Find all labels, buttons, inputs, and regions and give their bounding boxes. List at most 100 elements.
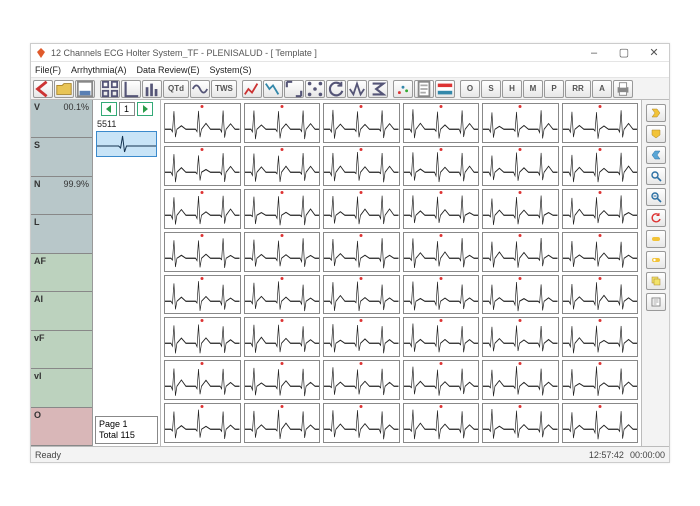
- ecg-cell[interactable]: [403, 317, 480, 357]
- ecg-cell[interactable]: [244, 403, 321, 443]
- ecg-cell[interactable]: [482, 275, 559, 315]
- close-button[interactable]: ✕: [643, 46, 665, 60]
- ecg-cell[interactable]: [482, 317, 559, 357]
- ecg-cell[interactable]: [562, 103, 639, 143]
- menu-system[interactable]: System(S): [210, 65, 252, 75]
- ecg-cell[interactable]: [164, 232, 241, 272]
- tool-grid-button[interactable]: [100, 80, 120, 98]
- category-n[interactable]: N99.9%: [31, 177, 92, 215]
- minimize-button[interactable]: –: [583, 46, 605, 60]
- ecg-cell[interactable]: [323, 275, 400, 315]
- tool-expand-button[interactable]: [284, 80, 304, 98]
- rt-zoom-button[interactable]: [646, 167, 666, 185]
- rt-note-button[interactable]: [646, 293, 666, 311]
- category-l[interactable]: L: [31, 215, 92, 253]
- ecg-cell[interactable]: [244, 189, 321, 229]
- ecg-cell[interactable]: [244, 275, 321, 315]
- rt-toggle1-button[interactable]: [646, 230, 666, 248]
- ecg-cell[interactable]: [403, 275, 480, 315]
- rt-toggle2-button[interactable]: [646, 251, 666, 269]
- ecg-cell[interactable]: [403, 232, 480, 272]
- menu-file[interactable]: File(F): [35, 65, 61, 75]
- rt-arrow-left-button[interactable]: [646, 146, 666, 164]
- rt-arrow-right-button[interactable]: [646, 104, 666, 122]
- category-v[interactable]: V00.1%: [31, 100, 92, 138]
- tool-letter-o-button[interactable]: O: [460, 80, 480, 98]
- ecg-cell[interactable]: [403, 146, 480, 186]
- tool-print-button[interactable]: [613, 80, 633, 98]
- category-o[interactable]: O: [31, 408, 92, 446]
- tool-letter-s-button[interactable]: S: [481, 80, 501, 98]
- save-button[interactable]: [75, 80, 95, 98]
- category-vf[interactable]: vF: [31, 331, 92, 369]
- ecg-cell[interactable]: [403, 189, 480, 229]
- ecg-cell[interactable]: [244, 317, 321, 357]
- menu-arrhythmia[interactable]: Arrhythmia(A): [71, 65, 127, 75]
- ecg-cell[interactable]: [562, 189, 639, 229]
- rt-zoom-out-button[interactable]: [646, 188, 666, 206]
- ecg-cell[interactable]: [244, 146, 321, 186]
- ecg-cell[interactable]: [482, 189, 559, 229]
- ecg-cell[interactable]: [323, 189, 400, 229]
- tool-trend2-button[interactable]: [263, 80, 283, 98]
- back-button[interactable]: [33, 80, 53, 98]
- ecg-cell[interactable]: [482, 103, 559, 143]
- ecg-cell[interactable]: [164, 360, 241, 400]
- ecg-cell[interactable]: [403, 360, 480, 400]
- rt-layers-button[interactable]: [646, 272, 666, 290]
- ecg-cell[interactable]: [482, 146, 559, 186]
- tool-qtd-button[interactable]: QTd: [163, 80, 189, 98]
- template-thumb[interactable]: [96, 131, 157, 157]
- ecg-cell[interactable]: [164, 403, 241, 443]
- maximize-button[interactable]: ▢: [613, 46, 635, 60]
- ecg-cell[interactable]: [323, 232, 400, 272]
- next-page-button[interactable]: [137, 102, 153, 116]
- ecg-cell[interactable]: [244, 232, 321, 272]
- ecg-cell[interactable]: [164, 275, 241, 315]
- tool-sigma-button[interactable]: [368, 80, 388, 98]
- ecg-cell[interactable]: [323, 403, 400, 443]
- category-ai[interactable]: AI: [31, 292, 92, 330]
- tool-letter-p-button[interactable]: P: [544, 80, 564, 98]
- ecg-cell[interactable]: [164, 103, 241, 143]
- ecg-cell[interactable]: [164, 146, 241, 186]
- ecg-cell[interactable]: [562, 317, 639, 357]
- ecg-cell[interactable]: [244, 103, 321, 143]
- category-s[interactable]: S: [31, 138, 92, 176]
- menu-datareview[interactable]: Data Review(E): [137, 65, 200, 75]
- tool-bars-button[interactable]: [142, 80, 162, 98]
- ecg-cell[interactable]: [323, 360, 400, 400]
- tool-letter-a-button[interactable]: A: [592, 80, 612, 98]
- tool-dots-button[interactable]: [305, 80, 325, 98]
- ecg-cell[interactable]: [164, 317, 241, 357]
- prev-page-button[interactable]: [101, 102, 117, 116]
- tool-flag-button[interactable]: [435, 80, 455, 98]
- tool-letter-rr-button[interactable]: RR: [565, 80, 591, 98]
- tool-scatter-button[interactable]: [393, 80, 413, 98]
- tool-doc-button[interactable]: [414, 80, 434, 98]
- ecg-cell[interactable]: [562, 146, 639, 186]
- tool-axis-button[interactable]: [121, 80, 141, 98]
- ecg-cell[interactable]: [323, 317, 400, 357]
- rt-arrow-down-button[interactable]: [646, 125, 666, 143]
- category-vi[interactable]: vI: [31, 369, 92, 407]
- tool-zigzag-button[interactable]: [347, 80, 367, 98]
- tool-letter-h-button[interactable]: H: [502, 80, 522, 98]
- tool-refresh-button[interactable]: [326, 80, 346, 98]
- ecg-cell[interactable]: [562, 403, 639, 443]
- ecg-cell[interactable]: [562, 275, 639, 315]
- ecg-cell[interactable]: [482, 403, 559, 443]
- ecg-cell[interactable]: [323, 103, 400, 143]
- ecg-cell[interactable]: [244, 360, 321, 400]
- ecg-cell[interactable]: [562, 360, 639, 400]
- tool-letter-m-button[interactable]: M: [523, 80, 543, 98]
- ecg-cell[interactable]: [164, 189, 241, 229]
- category-af[interactable]: AF: [31, 254, 92, 292]
- tool-trend1-button[interactable]: [242, 80, 262, 98]
- ecg-cell[interactable]: [482, 232, 559, 272]
- tool-tws-button[interactable]: TWS: [211, 80, 237, 98]
- ecg-cell[interactable]: [562, 232, 639, 272]
- ecg-cell[interactable]: [323, 146, 400, 186]
- tool-wave-button[interactable]: [190, 80, 210, 98]
- ecg-cell[interactable]: [403, 103, 480, 143]
